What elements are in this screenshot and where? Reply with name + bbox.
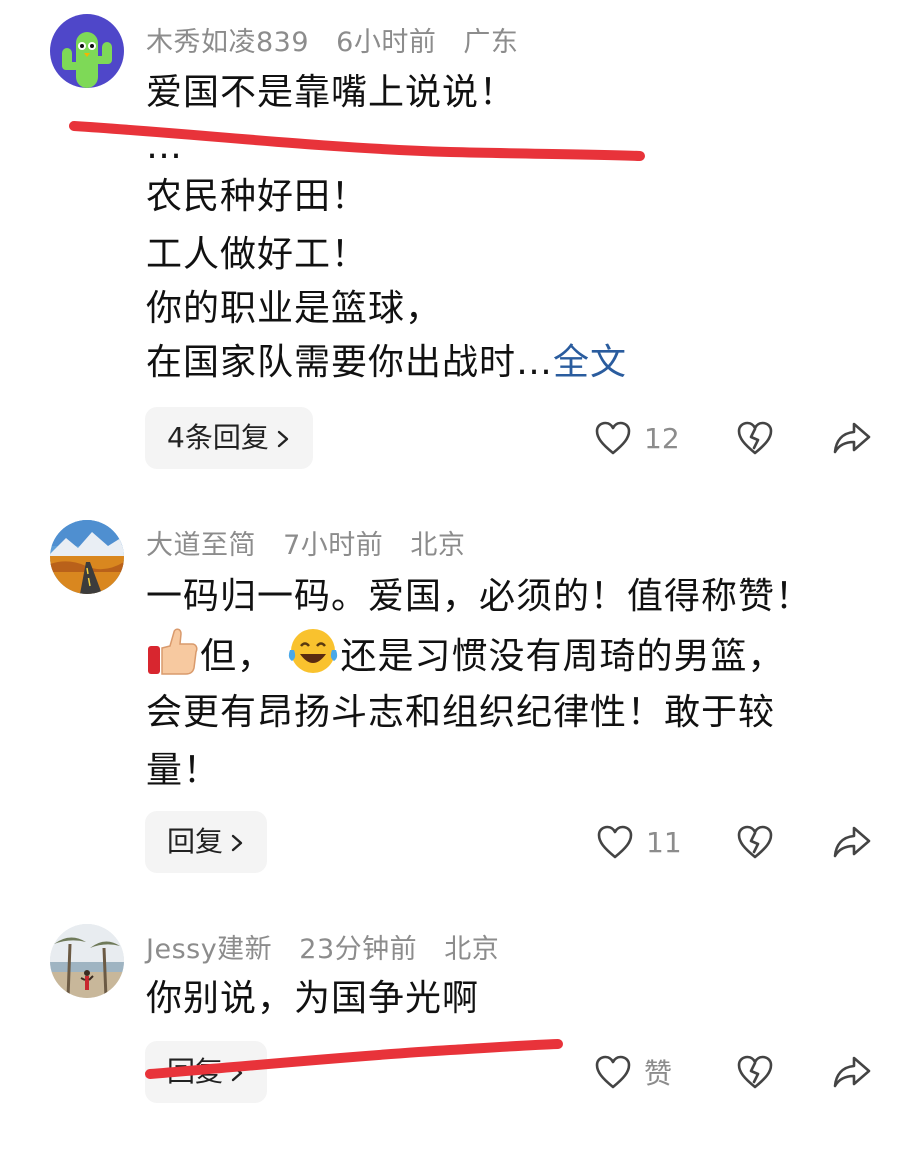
expand-full-text-link[interactable]: 全文 bbox=[553, 342, 627, 383]
reply-label: 回复 bbox=[167, 825, 224, 858]
reply-label: 回复 bbox=[167, 1055, 224, 1088]
chevron-right-icon bbox=[231, 834, 243, 852]
comment-meta: 木秀如凌839 6小时前 广东 bbox=[146, 20, 536, 59]
like-count: 11 bbox=[646, 825, 682, 859]
dislike-button[interactable] bbox=[736, 1047, 774, 1097]
chevron-right-icon bbox=[231, 1064, 243, 1082]
share-button[interactable] bbox=[832, 413, 872, 463]
comment-actions: 12 bbox=[590, 413, 890, 463]
comment-text: 你别说，为国争光啊 bbox=[146, 972, 886, 1026]
broken-heart-icon bbox=[737, 825, 773, 859]
comment-line-with-emoji: 但， 还是习惯没有周琦的男篮， bbox=[146, 626, 886, 684]
share-arrow-icon bbox=[833, 422, 871, 454]
chevron-right-icon bbox=[277, 430, 289, 448]
timestamp: 23分钟前 bbox=[299, 934, 418, 965]
comment-line: 量！ bbox=[146, 750, 221, 791]
reply-label: 4条回复 bbox=[167, 421, 269, 454]
location: 广东 bbox=[463, 27, 519, 58]
reply-button[interactable]: 回复 bbox=[145, 1041, 268, 1103]
tears-of-joy-emoji-icon bbox=[289, 629, 338, 673]
comment-line: 在国家队需要你出战时… bbox=[146, 342, 554, 383]
comment-line: 但， bbox=[200, 636, 275, 677]
share-arrow-icon bbox=[833, 826, 871, 858]
comment-line: 爱国不是靠嘴上说说！ bbox=[146, 72, 517, 113]
heart-icon bbox=[595, 1055, 631, 1089]
reply-button[interactable]: 回复 bbox=[145, 811, 268, 873]
share-arrow-icon bbox=[833, 1056, 871, 1088]
broken-heart-icon bbox=[737, 1055, 773, 1089]
comment-line: 农民种好田！ bbox=[146, 176, 369, 217]
comment-line: 你的职业是篮球， bbox=[146, 288, 443, 329]
username[interactable]: 大道至简 bbox=[146, 530, 256, 561]
comment-line-last: 在国家队需要你出战时…全文 bbox=[146, 336, 886, 390]
username[interactable]: 木秀如凌839 bbox=[146, 27, 309, 58]
comment-line: … bbox=[146, 126, 183, 167]
comment-actions: 赞 bbox=[590, 1047, 890, 1097]
comment-text: 爱国不是靠嘴上说说！ … 农民种好田！ 工人做好工！ 你的职业是篮球， 在国家队… bbox=[146, 66, 886, 390]
like-label: 赞 bbox=[644, 1057, 673, 1090]
cactus-avatar-icon bbox=[50, 14, 124, 88]
comment-actions: 11 bbox=[590, 817, 890, 867]
comment-line: 会更有昂扬斗志和组织纪律性！敢于较 bbox=[146, 692, 776, 733]
comment-line: 一码归一码。爱国，必须的！值得称赞！ bbox=[146, 576, 813, 617]
comment-meta: 大道至简 7小时前 北京 bbox=[146, 523, 483, 562]
like-button[interactable]: 赞 bbox=[594, 1047, 672, 1097]
share-button[interactable] bbox=[832, 1047, 872, 1097]
avatar[interactable] bbox=[50, 924, 124, 998]
share-button[interactable] bbox=[832, 817, 872, 867]
timestamp: 7小时前 bbox=[283, 530, 384, 561]
timestamp: 6小时前 bbox=[336, 27, 437, 58]
avatar[interactable] bbox=[50, 520, 124, 594]
like-button[interactable]: 12 bbox=[594, 413, 680, 463]
thumbs-up-emoji-icon bbox=[148, 628, 198, 675]
comment-meta: Jessy建新 23分钟前 北京 bbox=[146, 927, 517, 966]
heart-icon bbox=[595, 421, 631, 455]
location: 北京 bbox=[410, 530, 466, 561]
beach-palm-avatar-icon bbox=[50, 924, 124, 998]
location: 北京 bbox=[444, 934, 500, 965]
dislike-button[interactable] bbox=[736, 817, 774, 867]
like-count: 12 bbox=[644, 421, 680, 455]
dislike-button[interactable] bbox=[736, 413, 774, 463]
comment-line: 工人做好工！ bbox=[146, 234, 369, 275]
username[interactable]: Jessy建新 bbox=[146, 934, 272, 965]
autumn-road-avatar-icon bbox=[50, 520, 124, 594]
broken-heart-icon bbox=[737, 421, 773, 455]
comment-line: 你别说，为国争光啊 bbox=[146, 978, 480, 1019]
heart-icon bbox=[597, 825, 633, 859]
comment-text: 一码归一码。爱国，必须的！值得称赞！ 但， 还是习惯没有周琦的男篮， 会更有昂扬… bbox=[146, 568, 886, 800]
avatar[interactable] bbox=[50, 14, 124, 88]
like-button[interactable]: 11 bbox=[596, 817, 682, 867]
comment-line: 还是习惯没有周琦的男篮， bbox=[340, 636, 785, 677]
view-replies-button[interactable]: 4条回复 bbox=[145, 407, 313, 469]
